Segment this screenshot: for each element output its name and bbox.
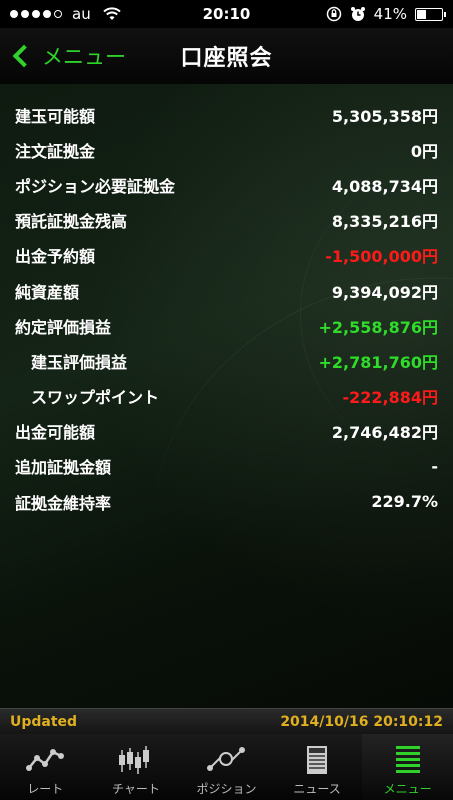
updated-label: Updated xyxy=(10,713,78,730)
account-row-value: 9,394,092円 xyxy=(331,282,438,302)
chart-icon xyxy=(118,746,149,774)
account-row: 出金可能額 2,746,482円 xyxy=(0,414,453,449)
account-row: 預託証拠金残高 8,335,216円 xyxy=(0,203,453,238)
status-right: 41% xyxy=(326,5,446,23)
account-row-label: 注文証拠金 xyxy=(15,141,96,161)
account-row-value: 5,305,358円 xyxy=(331,106,438,126)
account-row-label: 純資産額 xyxy=(15,282,80,302)
account-row-value: 2,746,482円 xyxy=(331,423,438,443)
tab-chart[interactable]: チャート xyxy=(91,734,182,800)
account-row-label: 建玉評価損益 xyxy=(31,352,128,372)
rate-icon xyxy=(26,749,65,771)
account-row-label: スワップポイント xyxy=(31,388,160,408)
account-summary-list: 建玉可能額 5,305,358円注文証拠金 0円ポジション必要証拠金 4,088,73… xyxy=(0,84,453,519)
account-row-value: 8,335,216円 xyxy=(331,212,438,232)
wifi-icon xyxy=(103,7,121,20)
menu-icon xyxy=(395,746,420,773)
account-row: ポジション必要証拠金 4,088,734円 xyxy=(0,167,453,202)
account-row-value: +2,558,876円 xyxy=(318,317,439,337)
back-to-menu-button[interactable]: メニュー xyxy=(0,28,126,84)
account-row: 約定評価損益 +2,558,876円 xyxy=(0,308,453,343)
battery-level-fill xyxy=(417,9,427,19)
alarm-icon xyxy=(350,7,365,21)
account-row: 建玉評価損益 +2,781,760円 xyxy=(0,343,453,378)
battery-icon xyxy=(415,7,446,21)
account-row-value: - xyxy=(431,456,438,476)
tab-position-label: ポジション xyxy=(196,782,257,796)
battery-percent: 41% xyxy=(373,5,407,23)
account-summary-panel: 建玉可能額 5,305,358円注文証拠金 0円ポジション必要証拠金 4,088,73… xyxy=(0,84,453,708)
back-button-label: メニュー xyxy=(42,45,126,69)
status-bar: au 20:10 41% xyxy=(0,0,453,28)
account-row-label: 追加証拠金額 xyxy=(15,458,112,478)
account-row-label: 建玉可能額 xyxy=(15,106,96,126)
account-row-label: 出金可能額 xyxy=(15,423,96,443)
orientation-lock-icon xyxy=(326,6,341,22)
back-chevron-icon xyxy=(12,44,36,68)
account-row-value: 229.7% xyxy=(371,492,438,512)
account-row-value: 4,088,734円 xyxy=(331,176,438,196)
account-row: 注文証拠金 0円 xyxy=(0,132,453,167)
account-row-label: 出金予約額 xyxy=(15,247,96,267)
account-row: スワップポイント -222,884円 xyxy=(0,379,453,414)
tab-menu-label: メニュー xyxy=(383,782,432,796)
tab-position[interactable]: ポジション xyxy=(181,734,272,800)
account-row-value: +2,781,760円 xyxy=(318,352,439,372)
signal-strength-icon xyxy=(10,10,62,18)
tab-rate[interactable]: レート xyxy=(0,734,91,800)
tab-chart-label: チャート xyxy=(111,782,160,796)
tab-news[interactable]: ニュース xyxy=(272,734,363,800)
tab-news-label: ニュース xyxy=(293,782,341,796)
account-row-value: -1,500,000円 xyxy=(325,247,438,267)
account-row: 追加証拠金額 - xyxy=(0,449,453,484)
navigation-bar: メニュー 口座照会 xyxy=(0,28,453,84)
position-icon xyxy=(207,747,246,771)
account-row: 証拠金維持率 229.7% xyxy=(0,484,453,519)
account-row-label: ポジション必要証拠金 xyxy=(15,176,176,196)
updated-bar: Updated 2014/10/16 20:10:12 xyxy=(0,708,453,734)
tab-bar: レート チャート ポジション ニュース メニュー xyxy=(0,734,453,800)
updated-timestamp: 2014/10/16 20:10:12 xyxy=(280,713,443,730)
account-row-label: 預託証拠金残高 xyxy=(15,212,128,232)
status-left: au xyxy=(10,5,326,23)
account-row-label: 証拠金維持率 xyxy=(15,493,112,513)
account-row: 純資産額 9,394,092円 xyxy=(0,273,453,308)
account-row: 建玉可能額 5,305,358円 xyxy=(0,97,453,132)
tab-rate-label: レート xyxy=(27,782,64,796)
account-row: 出金予約額 -1,500,000円 xyxy=(0,238,453,273)
news-icon xyxy=(307,746,328,774)
account-row-label: 約定評価損益 xyxy=(15,317,112,337)
tab-menu[interactable]: メニュー xyxy=(362,734,453,800)
carrier-name: au xyxy=(72,5,91,23)
account-row-value: 0円 xyxy=(410,141,438,161)
account-row-value: -222,884円 xyxy=(342,388,438,408)
